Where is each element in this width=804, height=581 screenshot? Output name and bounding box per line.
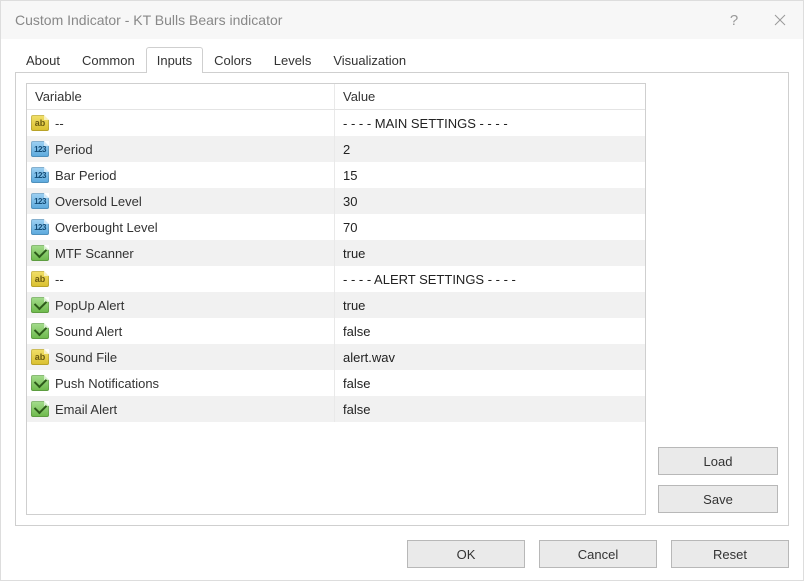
value-cell[interactable]: false — [335, 402, 645, 417]
variable-name: Bar Period — [55, 168, 116, 183]
table-row[interactable]: 123 Bar Period 15 — [27, 162, 645, 188]
dialog-window: Custom Indicator - KT Bulls Bears indica… — [0, 0, 804, 581]
integer-type-icon: 123 — [31, 167, 49, 183]
boolean-type-icon — [31, 375, 49, 391]
footer: OK Cancel Reset — [1, 530, 803, 580]
close-icon — [774, 14, 786, 26]
variable-name: Overbought Level — [55, 220, 158, 235]
variable-name: Period — [55, 142, 93, 157]
tab-levels[interactable]: Levels — [263, 47, 323, 73]
column-header-variable[interactable]: Variable — [27, 84, 335, 109]
string-type-icon: ab — [31, 115, 49, 131]
value-cell[interactable]: true — [335, 246, 645, 261]
tab-inputs[interactable]: Inputs — [146, 47, 203, 73]
cancel-button[interactable]: Cancel — [539, 540, 657, 568]
table-body: ab -- - - - - MAIN SETTINGS - - - - 123 Peri… — [27, 110, 645, 514]
string-type-icon: ab — [31, 349, 49, 365]
variable-cell: Email Alert — [27, 396, 335, 422]
variable-cell: 123 Bar Period — [27, 162, 335, 188]
window-title: Custom Indicator - KT Bulls Bears indica… — [15, 12, 711, 28]
table-row[interactable]: ab -- - - - - ALERT SETTINGS - - - - — [27, 266, 645, 292]
value-cell[interactable]: true — [335, 298, 645, 313]
close-button[interactable] — [757, 1, 803, 39]
help-button[interactable]: ? — [711, 1, 757, 39]
titlebar: Custom Indicator - KT Bulls Bears indica… — [1, 1, 803, 39]
variable-cell: ab -- — [27, 110, 335, 136]
tab-strip: About Common Inputs Colors Levels Visual… — [15, 47, 789, 72]
value-cell[interactable]: false — [335, 376, 645, 391]
table-row[interactable]: ab -- - - - - MAIN SETTINGS - - - - — [27, 110, 645, 136]
tab-about[interactable]: About — [15, 47, 71, 73]
table-row[interactable]: 123 Oversold Level 30 — [27, 188, 645, 214]
tab-common[interactable]: Common — [71, 47, 146, 73]
table-row[interactable]: Push Notifications false — [27, 370, 645, 396]
table-row[interactable]: 123 Period 2 — [27, 136, 645, 162]
variable-cell: PopUp Alert — [27, 292, 335, 318]
variable-cell: 123 Overbought Level — [27, 214, 335, 240]
variable-name: -- — [55, 272, 64, 287]
boolean-type-icon — [31, 245, 49, 261]
side-buttons: Load Save — [656, 83, 778, 515]
boolean-type-icon — [31, 323, 49, 339]
variable-name: Push Notifications — [55, 376, 159, 391]
reset-button[interactable]: Reset — [671, 540, 789, 568]
variable-cell: 123 Oversold Level — [27, 188, 335, 214]
table-row[interactable]: PopUp Alert true — [27, 292, 645, 318]
variable-cell: Sound Alert — [27, 318, 335, 344]
content-area: About Common Inputs Colors Levels Visual… — [1, 39, 803, 530]
table-row[interactable]: Sound Alert false — [27, 318, 645, 344]
value-cell[interactable]: - - - - ALERT SETTINGS - - - - — [335, 272, 645, 287]
table-row[interactable]: MTF Scanner true — [27, 240, 645, 266]
tab-visualization[interactable]: Visualization — [322, 47, 417, 73]
value-cell[interactable]: 70 — [335, 220, 645, 235]
variable-name: Email Alert — [55, 402, 117, 417]
boolean-type-icon — [31, 401, 49, 417]
value-cell[interactable]: 30 — [335, 194, 645, 209]
variable-name: Sound Alert — [55, 324, 122, 339]
variable-cell: MTF Scanner — [27, 240, 335, 266]
variable-name: PopUp Alert — [55, 298, 124, 313]
integer-type-icon: 123 — [31, 219, 49, 235]
value-cell[interactable]: 2 — [335, 142, 645, 157]
integer-type-icon: 123 — [31, 193, 49, 209]
variable-name: Sound File — [55, 350, 117, 365]
value-cell[interactable]: - - - - MAIN SETTINGS - - - - — [335, 116, 645, 131]
variable-cell: Push Notifications — [27, 370, 335, 396]
variable-cell: 123 Period — [27, 136, 335, 162]
tab-body: Variable Value ab -- - - - - MAIN SETTINGS… — [15, 72, 789, 526]
load-button[interactable]: Load — [658, 447, 778, 475]
table-row[interactable]: ab Sound File alert.wav — [27, 344, 645, 370]
value-cell[interactable]: alert.wav — [335, 350, 645, 365]
ok-button[interactable]: OK — [407, 540, 525, 568]
variable-name: -- — [55, 116, 64, 131]
table-header: Variable Value — [27, 84, 645, 110]
value-cell[interactable]: 15 — [335, 168, 645, 183]
value-cell[interactable]: false — [335, 324, 645, 339]
variable-name: MTF Scanner — [55, 246, 134, 261]
variable-cell: ab -- — [27, 266, 335, 292]
column-header-value[interactable]: Value — [335, 84, 645, 109]
string-type-icon: ab — [31, 271, 49, 287]
integer-type-icon: 123 — [31, 141, 49, 157]
table-row[interactable]: 123 Overbought Level 70 — [27, 214, 645, 240]
variable-name: Oversold Level — [55, 194, 142, 209]
boolean-type-icon — [31, 297, 49, 313]
tab-colors[interactable]: Colors — [203, 47, 263, 73]
inputs-table: Variable Value ab -- - - - - MAIN SETTINGS… — [26, 83, 646, 515]
save-button[interactable]: Save — [658, 485, 778, 513]
variable-cell: ab Sound File — [27, 344, 335, 370]
table-row[interactable]: Email Alert false — [27, 396, 645, 422]
